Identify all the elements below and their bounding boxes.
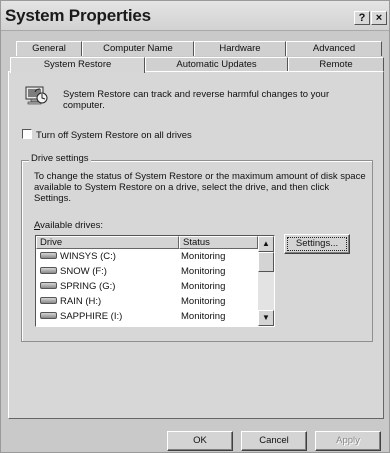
drive-settings-label: Drive settings xyxy=(29,153,91,164)
close-button[interactable]: × xyxy=(371,11,387,25)
tab-automatic-updates[interactable]: Automatic Updates xyxy=(145,57,288,72)
scroll-thumb[interactable] xyxy=(258,252,274,272)
column-status[interactable]: Status xyxy=(179,236,258,249)
scroll-down-button[interactable]: ▼ xyxy=(258,310,274,326)
hard-drive-icon xyxy=(40,267,57,274)
turn-off-checkbox[interactable] xyxy=(22,129,32,139)
help-button[interactable]: ? xyxy=(354,11,370,25)
drive-status: Monitoring xyxy=(181,251,226,262)
tab-label: Automatic Updates xyxy=(176,59,257,70)
scroll-up-button[interactable]: ▲ xyxy=(258,236,274,252)
column-drive[interactable]: Drive xyxy=(36,236,179,249)
settings-button[interactable]: Settings... xyxy=(284,234,350,254)
drive-name: SNOW (F:) xyxy=(60,266,107,277)
tab-hardware[interactable]: Hardware xyxy=(194,41,286,56)
drive-name: WINSYS (C:) xyxy=(60,251,116,262)
tab-remote[interactable]: Remote xyxy=(288,57,384,72)
tab-label: Remote xyxy=(319,59,353,70)
tab-label: Advanced xyxy=(312,43,356,54)
drive-status: Monitoring xyxy=(181,266,226,277)
drives-scrollbar[interactable]: ▲ ▼ xyxy=(258,236,274,326)
apply-button[interactable]: Apply xyxy=(315,431,381,451)
drive-settings-description: To change the status of System Restore o… xyxy=(34,171,366,204)
tab-label: General xyxy=(32,43,66,54)
window-title: System Properties xyxy=(5,6,151,25)
drive-name: SPRING (G:) xyxy=(60,281,116,292)
drives-list[interactable]: Drive Status WINSYS (C:) Monitoring SNOW… xyxy=(35,235,275,327)
ok-button[interactable]: OK xyxy=(167,431,233,451)
cancel-button[interactable]: Cancel xyxy=(241,431,307,451)
drive-name: RAIN (H:) xyxy=(60,296,102,307)
list-header: Drive Status xyxy=(36,236,258,249)
title-bar[interactable]: System Properties ? × xyxy=(1,1,389,31)
system-restore-icon xyxy=(25,86,48,105)
turn-off-label: Turn off System Restore on all drives xyxy=(36,130,192,141)
tab-system-restore[interactable]: System Restore xyxy=(10,57,145,73)
available-drives-label: Available drives: xyxy=(34,220,104,231)
system-properties-window: System Properties ? × General Computer N… xyxy=(0,0,390,453)
tab-label: Hardware xyxy=(219,43,261,54)
drive-name: SAPPHIRE (I:) xyxy=(60,311,123,322)
hard-drive-icon xyxy=(40,252,57,259)
intro-text: System Restore can track and reverse har… xyxy=(63,89,330,111)
turn-off-checkbox-row[interactable]: Turn off System Restore on all drives xyxy=(22,129,192,141)
drive-status: Monitoring xyxy=(181,296,226,307)
drive-status: Monitoring xyxy=(181,281,226,292)
tab-computer-name[interactable]: Computer Name xyxy=(82,41,194,56)
tab-general[interactable]: General xyxy=(16,41,82,56)
tab-label: System Restore xyxy=(43,59,112,70)
tab-advanced[interactable]: Advanced xyxy=(286,41,382,56)
hard-drive-icon xyxy=(40,282,57,289)
hard-drive-icon xyxy=(40,297,57,304)
hard-drive-icon xyxy=(40,312,57,319)
drive-status: Monitoring xyxy=(181,311,226,322)
tab-label: Computer Name xyxy=(103,43,173,54)
